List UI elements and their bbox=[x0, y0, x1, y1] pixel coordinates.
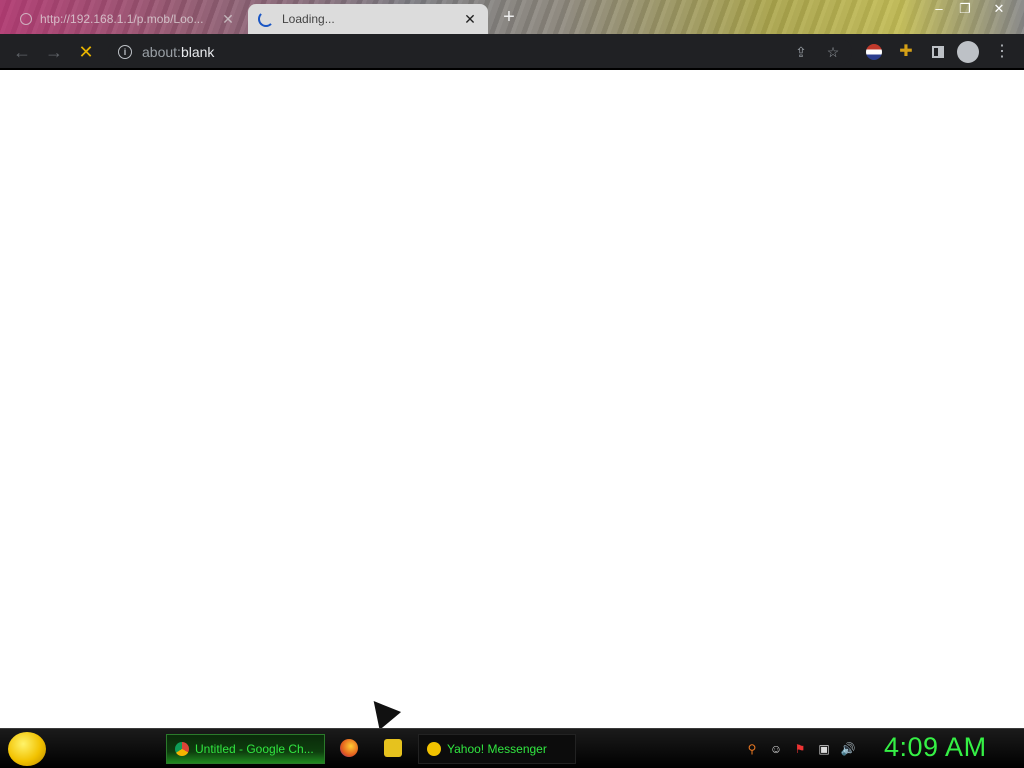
taskbar-item-chrome[interactable]: Untitled - Google Ch... bbox=[166, 734, 325, 764]
taskbar: Untitled - Google Ch... Yahoo! Messenger… bbox=[0, 728, 1024, 768]
browser-toolbar: ← → ✕ i about:blank ⇪ ☆ ✚ ⋮ bbox=[0, 34, 1024, 70]
maximize-button[interactable]: ❐ bbox=[952, 0, 978, 18]
tab-title: Loading... bbox=[282, 12, 335, 26]
minimize-button[interactable]: – bbox=[926, 0, 952, 18]
folder-icon[interactable] bbox=[384, 739, 402, 757]
tab-active[interactable]: Loading... ✕ bbox=[248, 4, 488, 34]
bookmark-star-icon[interactable]: ☆ bbox=[824, 43, 842, 61]
network-icon[interactable]: ▣ bbox=[816, 741, 832, 757]
close-icon[interactable]: ✕ bbox=[462, 11, 478, 28]
side-panel-icon[interactable] bbox=[928, 42, 948, 62]
puzzle-extensions-icon[interactable]: ✚ bbox=[896, 42, 916, 62]
action-center-flag-icon[interactable]: ⚑ bbox=[792, 741, 808, 757]
volume-icon[interactable]: 🔊 bbox=[840, 741, 856, 757]
share-icon[interactable]: ⇪ bbox=[792, 43, 810, 61]
forward-button[interactable]: → bbox=[44, 42, 64, 62]
messenger-tray-icon[interactable]: ☺ bbox=[768, 741, 784, 757]
account-icon[interactable] bbox=[957, 41, 979, 63]
close-icon[interactable]: ✕ bbox=[220, 11, 236, 28]
start-button[interactable] bbox=[8, 732, 46, 766]
firefox-icon[interactable] bbox=[340, 739, 358, 757]
info-icon[interactable]: i bbox=[118, 45, 132, 59]
chrome-icon bbox=[175, 742, 189, 756]
tab-title: http://192.168.1.1/p.mob/Loo... bbox=[40, 12, 204, 26]
taskbar-item-yahoo-messenger[interactable]: Yahoo! Messenger bbox=[418, 734, 576, 764]
back-button[interactable]: ← bbox=[12, 42, 32, 62]
search-icon[interactable]: ⚲ bbox=[744, 741, 760, 757]
task-label: Untitled - Google Ch... bbox=[195, 742, 314, 756]
clock[interactable]: 4:09 AM bbox=[884, 732, 987, 763]
close-window-button[interactable]: ✕ bbox=[986, 0, 1012, 18]
menu-kebab-icon[interactable]: ⋮ bbox=[992, 42, 1012, 62]
tab-inactive[interactable]: http://192.168.1.1/p.mob/Loo... ✕ bbox=[10, 4, 246, 34]
globe-icon bbox=[20, 13, 32, 25]
tab-strip: http://192.168.1.1/p.mob/Loo... ✕ Loadin… bbox=[0, 0, 1024, 34]
page-content[interactable] bbox=[0, 70, 1024, 728]
yahoo-smiley-icon bbox=[427, 742, 441, 756]
task-label: Yahoo! Messenger bbox=[447, 742, 547, 756]
new-tab-button[interactable]: + bbox=[498, 6, 520, 28]
address-url[interactable]: about:blank bbox=[142, 44, 214, 60]
loading-spinner-icon bbox=[258, 11, 274, 27]
profile-flag-icon[interactable] bbox=[864, 42, 884, 62]
stop-button[interactable]: ✕ bbox=[76, 42, 96, 62]
address-bar[interactable]: i about:blank ⇪ ☆ bbox=[108, 38, 852, 66]
